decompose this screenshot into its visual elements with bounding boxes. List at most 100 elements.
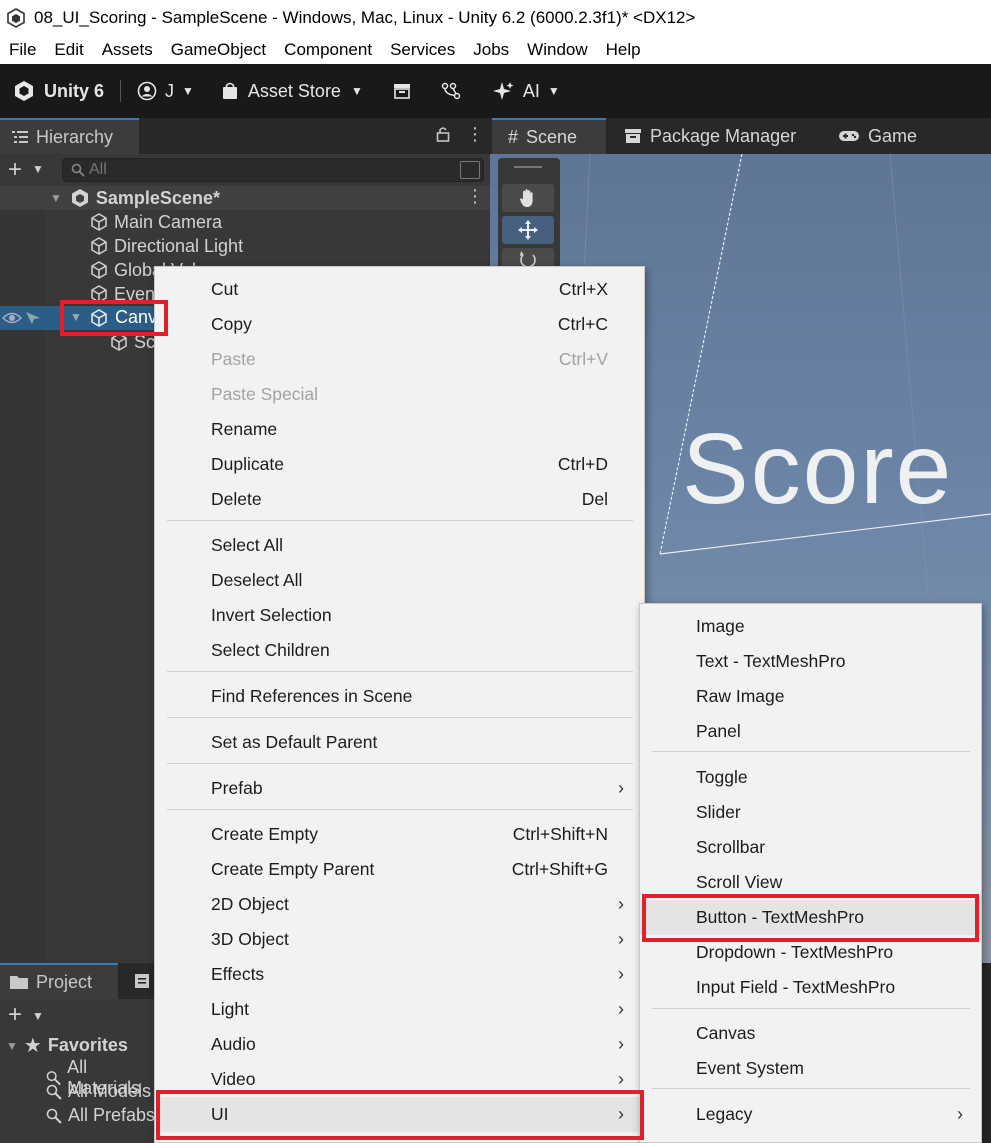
menu-item-select-children[interactable]: Select Children — [155, 633, 644, 668]
tab-project[interactable]: Project — [0, 963, 118, 999]
favorites-item[interactable]: All Prefabs — [46, 1105, 155, 1126]
favorites-item-label: All Prefabs — [68, 1105, 156, 1125]
chevron-down-icon: ▼ — [182, 84, 194, 98]
menu-item-label: Paste — [211, 349, 256, 369]
menu-item-event-system[interactable]: Event System — [640, 1051, 981, 1086]
menu-item-delete[interactable]: Delete Del — [155, 482, 644, 517]
menu-item-label: Select All — [211, 535, 283, 555]
menu-item-text-textmeshpro[interactable]: Text - TextMeshPro — [640, 644, 981, 679]
menu-item-find-references[interactable]: Find References in Scene — [155, 679, 644, 714]
menu-item-label: Legacy — [696, 1104, 753, 1124]
version-control-icon — [441, 82, 461, 100]
search-input[interactable] — [89, 160, 449, 180]
asset-store-dropdown[interactable]: Asset Store ▼ — [222, 64, 363, 118]
add-icon[interactable]: + — [8, 1001, 22, 1029]
ai-label: AI — [522, 80, 540, 101]
visibility-eye-icon[interactable] — [2, 311, 22, 325]
tab-scene[interactable]: # Scene — [492, 118, 606, 154]
scene-header-row[interactable]: ▼ SampleScene* ⋮ — [0, 186, 490, 210]
console-icon[interactable] — [134, 973, 150, 989]
menu-item-input-field-textmeshpro[interactable]: Input Field - TextMeshPro — [640, 970, 981, 1005]
menu-item-duplicate[interactable]: Duplicate Ctrl+D — [155, 447, 644, 482]
menu-item-set-default-parent[interactable]: Set as Default Parent — [155, 725, 644, 760]
menu-item-2d-object[interactable]: 2D Object › — [155, 887, 644, 922]
menu-services[interactable]: Services — [381, 36, 464, 64]
lock-icon[interactable] — [436, 126, 450, 142]
menu-item-shortcut: Ctrl+D — [557, 454, 608, 474]
more-options-icon[interactable]: ⋮ — [466, 124, 484, 145]
expand-triangle-icon[interactable]: ▼ — [6, 1039, 18, 1053]
menu-help[interactable]: Help — [597, 36, 650, 64]
menu-item-label: Invert Selection — [211, 605, 332, 625]
menu-window[interactable]: Window — [518, 36, 596, 64]
hierarchy-search[interactable] — [62, 158, 484, 182]
menu-item-label: Delete — [211, 489, 262, 509]
chevron-right-icon: › — [618, 1104, 624, 1124]
menu-item-panel[interactable]: Panel — [640, 714, 981, 749]
menu-item-create-empty[interactable]: Create Empty Ctrl+Shift+N — [155, 817, 644, 852]
tab-hierarchy[interactable]: Hierarchy — [0, 118, 139, 154]
menu-item-audio[interactable]: Audio › — [155, 1027, 644, 1062]
ai-dropdown[interactable]: AI ▼ — [492, 64, 560, 118]
package-button[interactable] — [393, 64, 411, 118]
menu-component[interactable]: Component — [275, 36, 381, 64]
pickable-hand-icon[interactable] — [24, 310, 42, 326]
scene-tab-strip: # Scene Package Manager Game — [490, 118, 991, 154]
menu-item-prefab[interactable]: Prefab › — [155, 771, 644, 806]
scene-more-icon[interactable]: ⋮ — [466, 186, 484, 207]
menu-item-canvas[interactable]: Canvas — [640, 1016, 981, 1051]
menu-item-deselect-all[interactable]: Deselect All — [155, 563, 644, 598]
menu-jobs[interactable]: Jobs — [464, 36, 518, 64]
unity-toolbar: Unity 6 J ▼ Asset Store ▼ AI ▼ — [0, 64, 991, 118]
menu-item-dropdown-textmeshpro[interactable]: Dropdown - TextMeshPro — [640, 935, 981, 970]
gameobject-cube-icon — [91, 261, 107, 279]
tab-package-manager[interactable]: Package Manager — [624, 118, 796, 154]
menu-item-invert-selection[interactable]: Invert Selection — [155, 598, 644, 633]
add-icon[interactable]: + — [8, 156, 22, 184]
chevron-down-icon[interactable]: ▼ — [32, 162, 44, 176]
menu-separator — [652, 1008, 970, 1009]
favorites-item[interactable]: All Models — [46, 1081, 151, 1102]
favorites-header[interactable]: ▼ ★ Favorites — [6, 1033, 128, 1058]
expand-triangle-icon[interactable]: ▼ — [70, 310, 82, 324]
hierarchy-tab-strip: Hierarchy ⋮ — [0, 118, 490, 154]
menu-item-toggle[interactable]: Toggle — [640, 760, 981, 795]
menu-item-create-empty-parent[interactable]: Create Empty Parent Ctrl+Shift+G — [155, 852, 644, 887]
menu-file[interactable]: File — [0, 36, 45, 64]
chevron-down-icon: ▼ — [547, 84, 560, 98]
chevron-down-icon[interactable]: ▼ — [32, 1009, 44, 1023]
expand-triangle-icon[interactable]: ▼ — [50, 191, 62, 205]
account-dropdown[interactable]: J ▼ — [137, 64, 194, 118]
unity-version-button[interactable]: Unity 6 — [0, 64, 104, 118]
menu-item-slider[interactable]: Slider — [640, 795, 981, 830]
menu-item-cut[interactable]: Cut Ctrl+X — [155, 272, 644, 307]
hierarchy-item[interactable]: Main Camera — [90, 210, 222, 234]
menu-item-video[interactable]: Video › — [155, 1062, 644, 1097]
menu-edit[interactable]: Edit — [45, 36, 92, 64]
sparkle-icon — [492, 82, 514, 100]
move-tool-button[interactable] — [502, 216, 554, 244]
tab-game[interactable]: Game — [838, 118, 917, 154]
menu-item-3d-object[interactable]: 3D Object › — [155, 922, 644, 957]
menu-item-scroll-view[interactable]: Scroll View — [640, 865, 981, 900]
menu-gameobject[interactable]: GameObject — [162, 36, 275, 64]
menu-item-label: Rename — [211, 419, 278, 439]
menu-item-light[interactable]: Light › — [155, 992, 644, 1027]
menu-item-scrollbar[interactable]: Scrollbar — [640, 830, 981, 865]
menu-item-effects[interactable]: Effects › — [155, 957, 644, 992]
menu-item-rename[interactable]: Rename — [155, 412, 644, 447]
chevron-right-icon: › — [618, 1034, 624, 1054]
menu-item-copy[interactable]: Copy Ctrl+C — [155, 307, 644, 342]
menu-assets[interactable]: Assets — [93, 36, 162, 64]
hand-tool-button[interactable] — [502, 184, 554, 212]
version-control-button[interactable] — [441, 64, 461, 118]
menu-item-legacy[interactable]: Legacy › — [640, 1097, 981, 1132]
hierarchy-item[interactable]: Directional Light — [90, 234, 243, 258]
menu-item-raw-image[interactable]: Raw Image — [640, 679, 981, 714]
menu-item-image[interactable]: Image — [640, 609, 981, 644]
menu-item-select-all[interactable]: Select All — [155, 528, 644, 563]
menu-item-ui[interactable]: UI › — [155, 1097, 644, 1132]
drag-handle[interactable] — [514, 166, 542, 168]
search-filter-icon[interactable] — [460, 161, 480, 179]
menu-item-button-textmeshpro[interactable]: Button - TextMeshPro — [640, 900, 981, 935]
